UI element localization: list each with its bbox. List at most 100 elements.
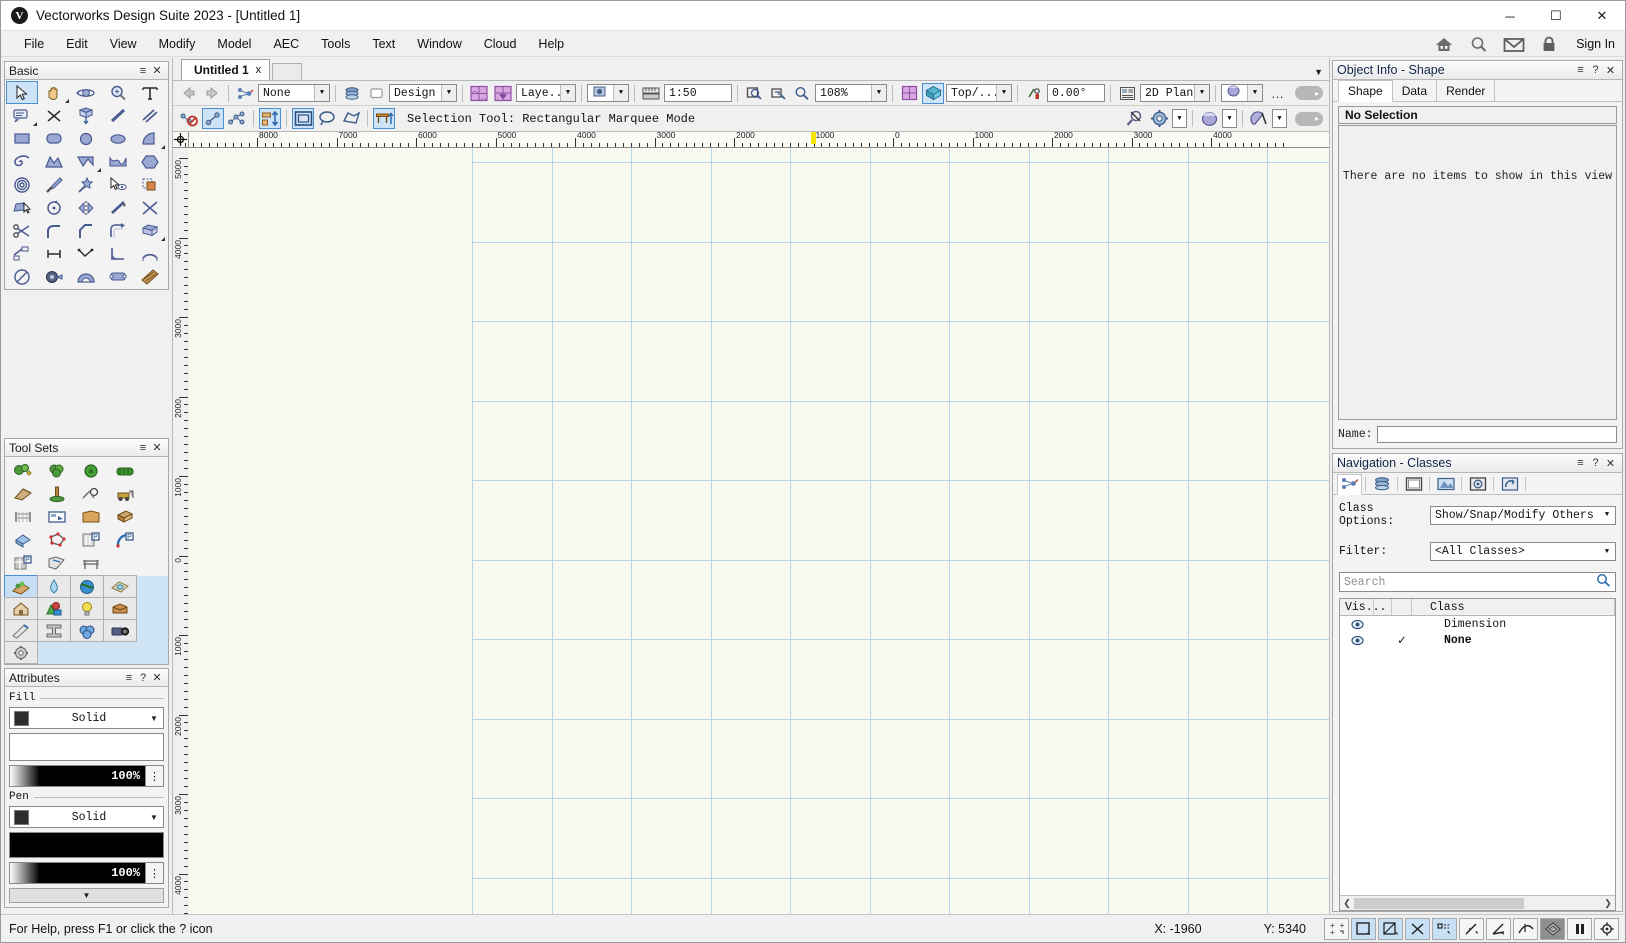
split-tool[interactable] [102,196,134,219]
class-options-chevron-down-icon[interactable]: ▼ [1599,511,1615,519]
radial-dimension-tool[interactable] [6,265,38,288]
shapes-3d-set[interactable] [37,597,71,620]
roof-tool[interactable] [6,528,40,551]
rectangular-marquee-icon[interactable] [292,108,314,129]
clip-surface-tool[interactable] [134,173,166,196]
scroll-left-icon[interactable]: ❮ [1340,898,1354,909]
text-tool[interactable] [134,81,166,104]
reshape-tool[interactable] [6,196,38,219]
projection-chevron-down-icon[interactable]: ▼ [1194,85,1209,101]
constrained-dimension-tool[interactable] [6,242,38,265]
eyedropper-tool[interactable] [38,173,70,196]
guardrail-tool[interactable] [74,551,108,574]
irrigation-tool[interactable] [74,482,108,505]
marker-tool[interactable] [102,265,134,288]
lighting-selector[interactable]: ▼ [1221,84,1263,102]
classes-tab-icon[interactable] [1337,473,1362,495]
saved-views-tab-icon[interactable] [1465,473,1490,494]
pause-snapping-icon[interactable] [1567,917,1592,940]
hardscape-tool[interactable] [74,505,108,528]
pen-opacity-slider[interactable]: 100% [9,862,146,884]
zoom-tool[interactable] [102,81,134,104]
smart-edge-icon[interactable] [1459,917,1484,940]
view-bar-expand-button[interactable]: ▸ [1295,86,1323,100]
tool-sets-menu-icon[interactable]: ≡ [136,441,150,455]
menu-modify[interactable]: Modify [148,34,207,54]
site-model-tool[interactable] [108,505,142,528]
class-list-table[interactable]: Vis... Class Dimension ✓ None ❮ ❯ [1339,598,1616,911]
snap-palette-icon[interactable] [1124,108,1146,129]
mirror-tool[interactable] [70,196,102,219]
tool-sets-close-icon[interactable]: ✕ [150,441,164,455]
tangent-snap-icon[interactable] [1513,917,1538,940]
shrub-tool[interactable] [40,459,74,482]
site-globe-set[interactable] [70,575,104,598]
pen-color-swatch[interactable] [14,809,29,825]
lighting-set[interactable] [70,597,104,620]
offset-tool[interactable] [102,219,134,242]
smart-points-icon[interactable] [1432,917,1457,940]
navigation-menu-icon[interactable]: ≡ [1573,457,1588,469]
freehand-tool[interactable] [102,150,134,173]
object-info-close-icon[interactable]: ✕ [1603,64,1618,77]
sign-in-link[interactable]: Sign In [1576,37,1615,51]
rotate-field[interactable]: 0.00° [1047,84,1105,102]
menu-aec[interactable]: AEC [262,34,310,54]
object-info-menu-icon[interactable]: ≡ [1573,64,1588,76]
menu-tools[interactable]: Tools [310,34,361,54]
grid-icon[interactable] [898,83,920,104]
fill-color-swatch[interactable] [14,710,29,726]
gear-settings-icon[interactable] [1148,108,1170,129]
fill-style-combo[interactable]: Solid ▼ [9,707,164,729]
protractor-tool[interactable] [70,265,102,288]
fill-opacity-menu-icon[interactable]: ⋮ [146,765,164,787]
menu-edit[interactable]: Edit [55,34,99,54]
render-mode-icon[interactable] [1198,108,1220,129]
line-tool[interactable] [102,104,134,127]
linear-dimension-tool[interactable] [38,242,70,265]
snap-to-point-icon[interactable]: + + + [1324,917,1349,940]
class-search-box[interactable]: Search [1339,572,1616,592]
drafting-set[interactable] [4,619,38,642]
attributes-menu-icon[interactable]: ≡ [122,671,136,685]
water-set[interactable] [37,575,71,598]
snap-settings-gear-icon[interactable] [1594,917,1619,940]
solids-set[interactable] [70,619,104,642]
menu-model[interactable]: Model [206,34,262,54]
origin-crosshair-icon[interactable] [173,132,189,148]
render-cube-icon[interactable] [922,82,944,104]
wall-tool[interactable] [134,265,166,288]
angle-snap-icon[interactable] [1486,917,1511,940]
rounded-rectangle-tool[interactable] [38,127,70,150]
mail-icon[interactable] [1503,34,1525,54]
navigation-help-icon[interactable]: ? [1588,457,1603,469]
scroll-right-icon[interactable]: ❯ [1601,898,1615,909]
parking-lot-tool[interactable]: P [6,551,40,574]
visualization-dropdown-icon[interactable]: ▼ [1272,109,1287,128]
snap-to-intersection-icon[interactable] [1405,917,1430,940]
document-tab-untitled-1[interactable]: Untitled 1 x [181,59,271,80]
selection-tool[interactable] [6,81,38,104]
fillet-tool[interactable] [38,219,70,242]
layer-options-chevron-down-icon[interactable]: ▼ [560,85,575,101]
angular-dimension-tool[interactable] [102,242,134,265]
chain-dimension-tool[interactable] [70,242,102,265]
navigation-close-icon[interactable]: ✕ [1603,457,1618,470]
class-selector[interactable]: None ▼ [258,84,330,102]
pen-opacity-menu-icon[interactable]: ⋮ [146,862,164,884]
filter-chevron-down-icon[interactable]: ▼ [1599,548,1615,556]
horizontal-ruler[interactable]: 8000 7000 6000 5000 4000 3000 2000 1000 0 1000 200… [185,130,1329,148]
fit-to-window-icon[interactable] [743,83,765,104]
no-snap-mode-icon[interactable] [178,108,200,129]
fill-color-preview[interactable] [9,733,164,761]
saved-view-icon[interactable] [468,83,490,104]
landscape-area-tool[interactable] [6,482,40,505]
scissors-tool[interactable] [6,219,38,242]
class-table-hscrollbar[interactable]: ❮ ❯ [1340,895,1615,910]
lasso-mode-icon[interactable] [226,108,248,129]
site-plan-tool[interactable] [40,551,74,574]
basic-palette-close-icon[interactable]: ✕ [150,64,164,78]
snap-to-grid-icon[interactable] [1378,917,1403,940]
zoom-magnifier-icon[interactable] [791,83,813,104]
attributes-scroll-down-icon[interactable]: ▼ [9,888,164,903]
